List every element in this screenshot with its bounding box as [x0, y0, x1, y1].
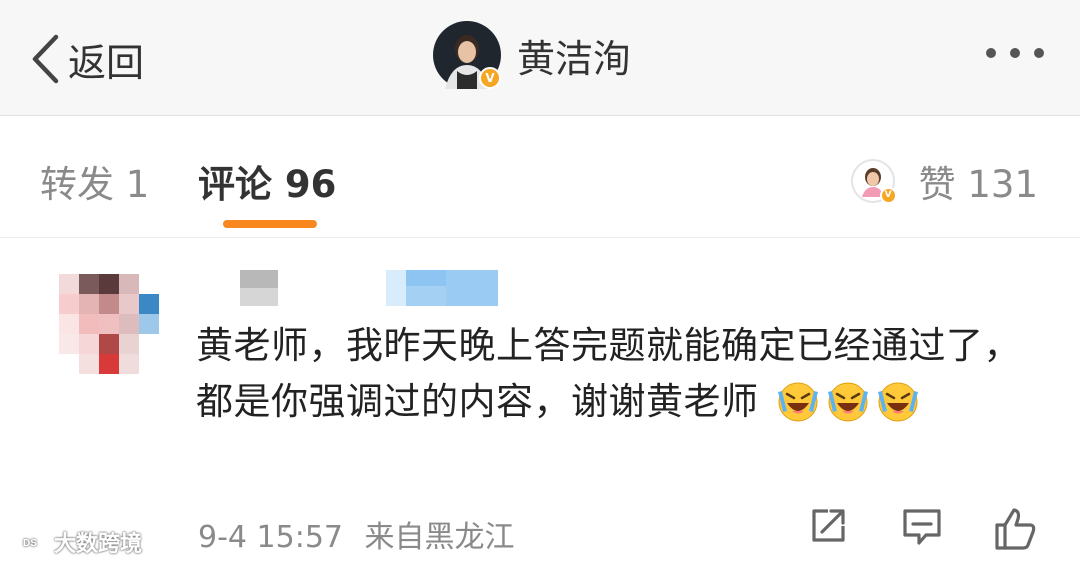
- svg-text:DS: DS: [23, 538, 37, 549]
- commenter-name[interactable]: [200, 268, 500, 308]
- verified-badge-icon: V: [879, 187, 897, 204]
- active-tab-indicator: [223, 220, 317, 228]
- laugh-cry-emoji-icon: [827, 382, 868, 422]
- repost-icon[interactable]: [808, 506, 848, 546]
- liker-avatar: V: [850, 159, 897, 204]
- author-avatar[interactable]: V: [433, 21, 501, 89]
- top-nav-bar: 返回 V 黄洁洵: [0, 0, 1080, 116]
- chevron-left-icon: [32, 34, 59, 84]
- more-options-icon[interactable]: [986, 48, 1044, 58]
- laugh-cry-emoji-icon: [777, 382, 818, 422]
- author-name: 黄洁洵: [517, 36, 632, 81]
- watermark: DS 大数跨境: [10, 526, 142, 558]
- comment-icon[interactable]: [901, 506, 943, 548]
- back-label: 返回: [68, 40, 145, 85]
- watermark-text: 大数跨境: [54, 532, 143, 557]
- comment-text: 黄老师，我昨天晚上答完题就能确定已经通过了，都是你强调过的内容，谢谢黄老师: [196, 318, 1056, 430]
- tab-likes[interactable]: V 赞 131: [850, 154, 1038, 208]
- back-button[interactable]: 返回: [30, 24, 144, 94]
- tab-comments[interactable]: 评论 96: [198, 154, 336, 208]
- likes-count-label: 赞 131: [918, 163, 1038, 206]
- comment-time: 9-4 15:57: [198, 520, 343, 555]
- author-header[interactable]: V 黄洁洵: [433, 20, 631, 90]
- laugh-cry-emoji-icon: [877, 382, 918, 422]
- thumbs-up-icon[interactable]: [993, 506, 1037, 552]
- comment-source: 来自黑龙江: [364, 520, 515, 555]
- verified-badge-icon: V: [479, 67, 501, 89]
- comment-meta: 9-4 15:57 来自黑龙江: [198, 512, 515, 556]
- watermark-logo-icon: DS: [11, 531, 47, 553]
- tab-bar: 转发 1 评论 96 V 赞 131: [0, 116, 1080, 238]
- commenter-avatar[interactable]: [55, 270, 167, 382]
- tab-reposts[interactable]: 转发 1: [40, 154, 149, 208]
